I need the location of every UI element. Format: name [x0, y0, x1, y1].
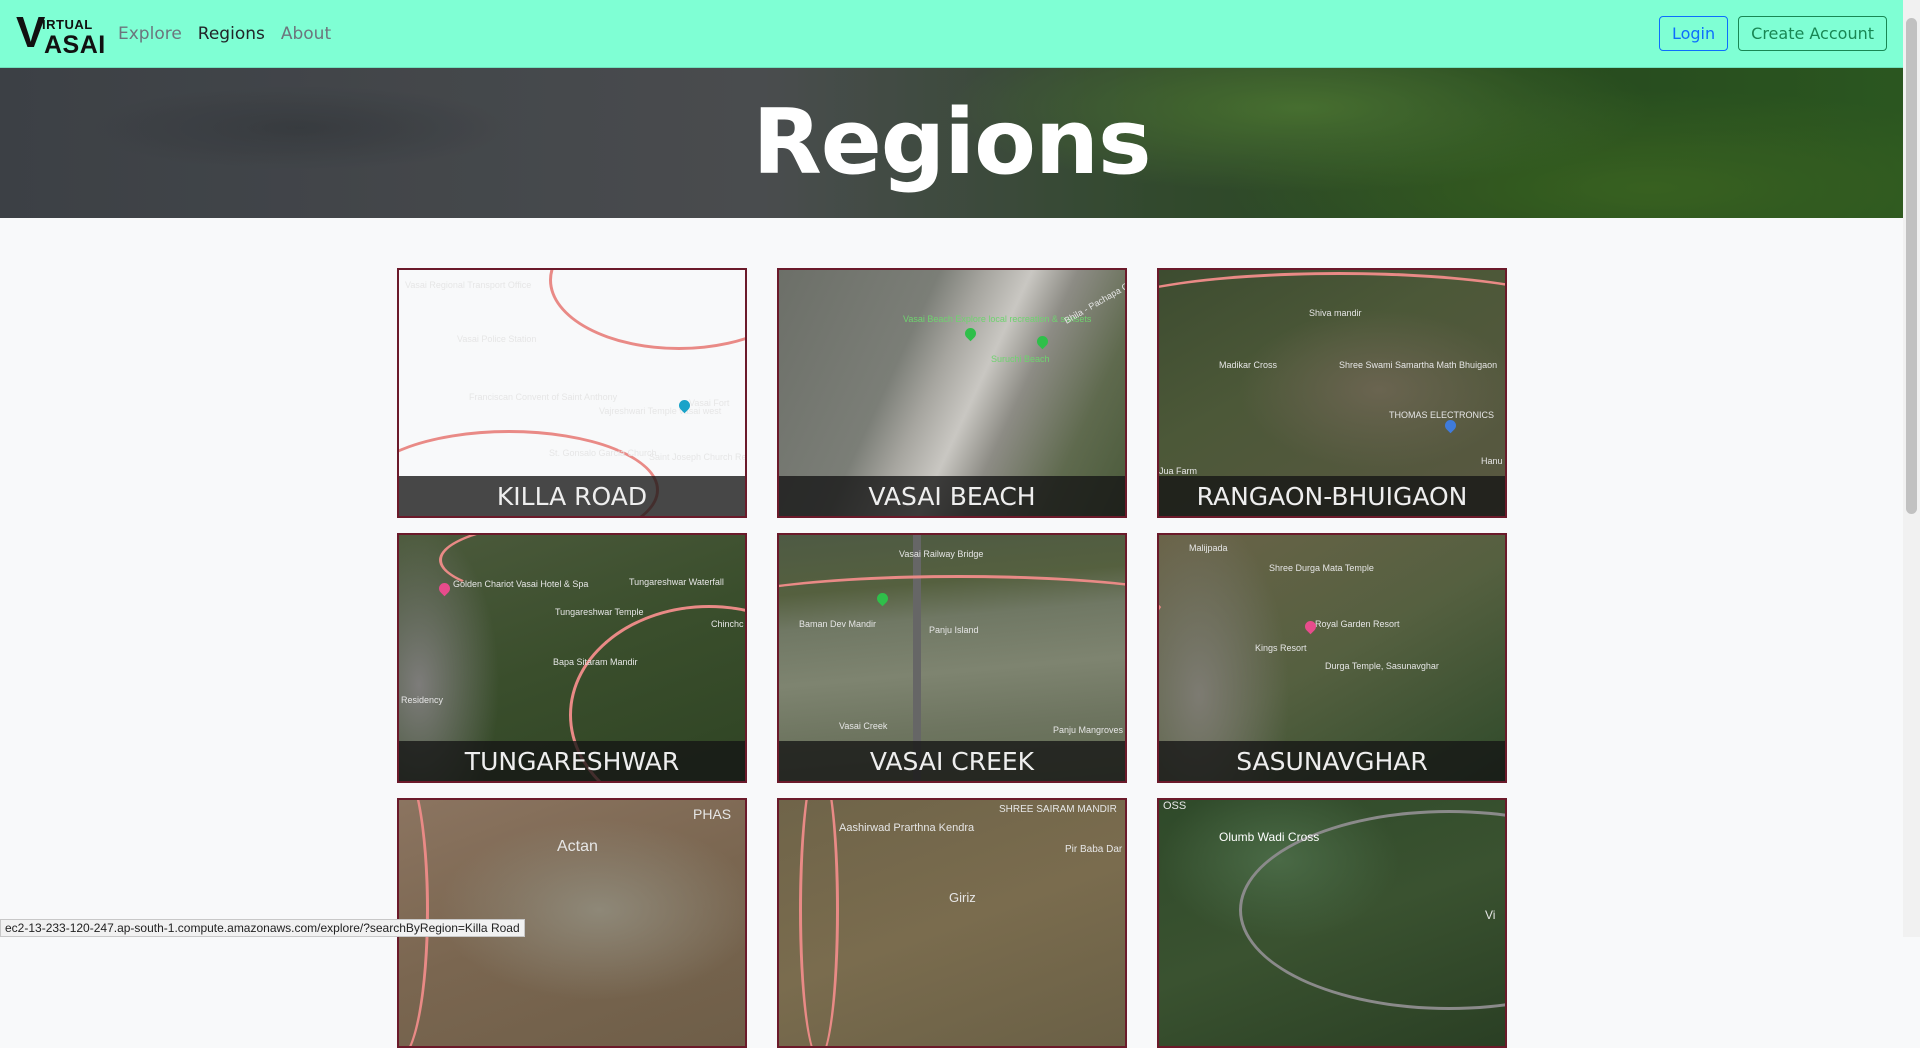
map-road — [799, 798, 839, 1048]
map-label: Royal Garden Resort — [1315, 619, 1400, 629]
map-label: Saint Joseph Church Remains — [649, 452, 747, 462]
region-name: TUNGARESHWAR — [399, 741, 745, 781]
nav-explore[interactable]: Explore — [118, 24, 182, 44]
map-label: Durga Temple, Sasunavghar — [1325, 661, 1439, 671]
map-pin-icon — [1443, 418, 1459, 434]
page-title: Regions — [0, 90, 1903, 195]
map-road — [549, 268, 747, 350]
map-label: Jua Farm — [1159, 466, 1197, 476]
brand-vasai: ASAI — [44, 31, 106, 60]
map-label: Vasai Police Station — [457, 334, 536, 344]
map-label: Shree Durga Mata Temple — [1269, 563, 1374, 573]
brand-v: V — [16, 11, 43, 55]
map-label: Franciscan Convent of Saint Anthony — [469, 392, 617, 402]
regions-grid: Vasai Regional Transport Office Vasai Po… — [397, 268, 1507, 1048]
region-card-olumb[interactable]: OSS Olumb Wadi Cross Vi — [1157, 798, 1507, 1048]
scrollbar-thumb[interactable] — [1906, 18, 1917, 514]
map-label: Hanu — [1481, 456, 1503, 466]
map-label: Vasai Fort — [689, 398, 729, 408]
region-name: RANGAON-BHUIGAON — [1159, 476, 1505, 516]
map-pin-icon — [1035, 334, 1051, 350]
map-label: Madikar Cross — [1219, 360, 1277, 370]
map-label: Panju Island — [929, 625, 979, 635]
login-button[interactable]: Login — [1659, 16, 1728, 51]
map-label: PHAS — [693, 806, 731, 822]
map-thumbnail: OSS Olumb Wadi Cross Vi — [1159, 800, 1505, 1046]
region-card-sasunavghar[interactable]: Malijpada Shree Durga Mata Temple Royal … — [1157, 533, 1507, 783]
region-name: VASAI CREEK — [779, 741, 1125, 781]
region-card-giriz[interactable]: Aashirwad Prarthna Kendra SHREE SAIRAM M… — [777, 798, 1127, 1048]
map-label: Suruchi Beach — [991, 354, 1050, 364]
map-label: Actan — [557, 838, 598, 856]
create-account-button[interactable]: Create Account — [1738, 16, 1887, 51]
map-label: Panju Mangroves Island — [1053, 725, 1127, 735]
region-card-rangaon-bhuigaon[interactable]: Shiva mandir Madikar Cross Shree Swami S… — [1157, 268, 1507, 518]
scrollbar[interactable] — [1903, 0, 1920, 937]
map-label: Bhila - Pachapa Cross — [1062, 272, 1127, 325]
navbar: V IRTUAL ASAI Explore Regions About Logi… — [0, 0, 1903, 68]
map-label: Residency — [401, 695, 443, 705]
nav-regions[interactable]: Regions — [198, 24, 265, 44]
map-label: OSS — [1163, 800, 1186, 812]
map-label: Bapa Sitaram Mandir — [553, 657, 638, 667]
map-label: Giriz — [949, 890, 976, 905]
map-label: SHREE SAIRAM MANDIR — [999, 804, 1117, 815]
brand-virtual: IRTUAL — [42, 17, 93, 32]
map-label: THOMAS ELECTRONICS — [1389, 410, 1494, 420]
map-label: Vasai Railway Bridge — [899, 549, 983, 559]
map-label: Chinchc — [711, 619, 744, 629]
map-label: St. Gonsalo Garcia Church — [549, 448, 657, 458]
map-label: Vasai Creek — [839, 721, 887, 731]
region-card-vasai-beach[interactable]: Vasai Beach Explore local recreation & s… — [777, 268, 1127, 518]
hero-banner: Regions — [0, 68, 1903, 218]
nav-about[interactable]: About — [281, 24, 331, 44]
map-pin-icon — [437, 581, 453, 597]
map-label: Vasai Regional Transport Office — [405, 280, 531, 290]
region-card-tungareshwar[interactable]: Golden Chariot Vasai Hotel & Spa Tungare… — [397, 533, 747, 783]
map-label: Shree Swami Samartha Math Bhuigaon — [1339, 360, 1497, 370]
map-label: Baman Dev Mandir — [799, 619, 876, 629]
map-label: Kings Resort — [1255, 643, 1307, 653]
map-label: Golden Chariot Vasai Hotel & Spa — [453, 579, 588, 589]
region-name: SASUNAVGHAR — [1159, 741, 1505, 781]
brand-logo[interactable]: V IRTUAL ASAI — [16, 9, 92, 59]
region-card-vasai-creek[interactable]: Vasai Railway Bridge Panju Island Baman … — [777, 533, 1127, 783]
region-name: KILLA ROAD — [399, 476, 745, 516]
map-label: Shiva mandir — [1309, 308, 1362, 318]
map-road — [439, 533, 747, 605]
map-label: Tungareshwar Temple — [555, 607, 644, 617]
map-label: Aashirwad Prarthna Kendra — [839, 822, 974, 834]
map-pin-icon — [963, 326, 979, 342]
map-label: Vi — [1485, 908, 1495, 922]
map-label: Olumb Wadi Cross — [1219, 830, 1319, 844]
map-thumbnail: Aashirwad Prarthna Kendra SHREE SAIRAM M… — [779, 800, 1125, 1046]
map-label: Tungareshwar Waterfall — [629, 577, 724, 587]
status-bar-url: ec2-13-233-120-247.ap-south-1.compute.am… — [0, 919, 525, 937]
map-label: Pir Baba Dar — [1065, 844, 1122, 855]
region-name: VASAI BEACH — [779, 476, 1125, 516]
map-label: Malijpada — [1189, 543, 1228, 553]
region-card-killa-road[interactable]: Vasai Regional Transport Office Vasai Po… — [397, 268, 747, 518]
